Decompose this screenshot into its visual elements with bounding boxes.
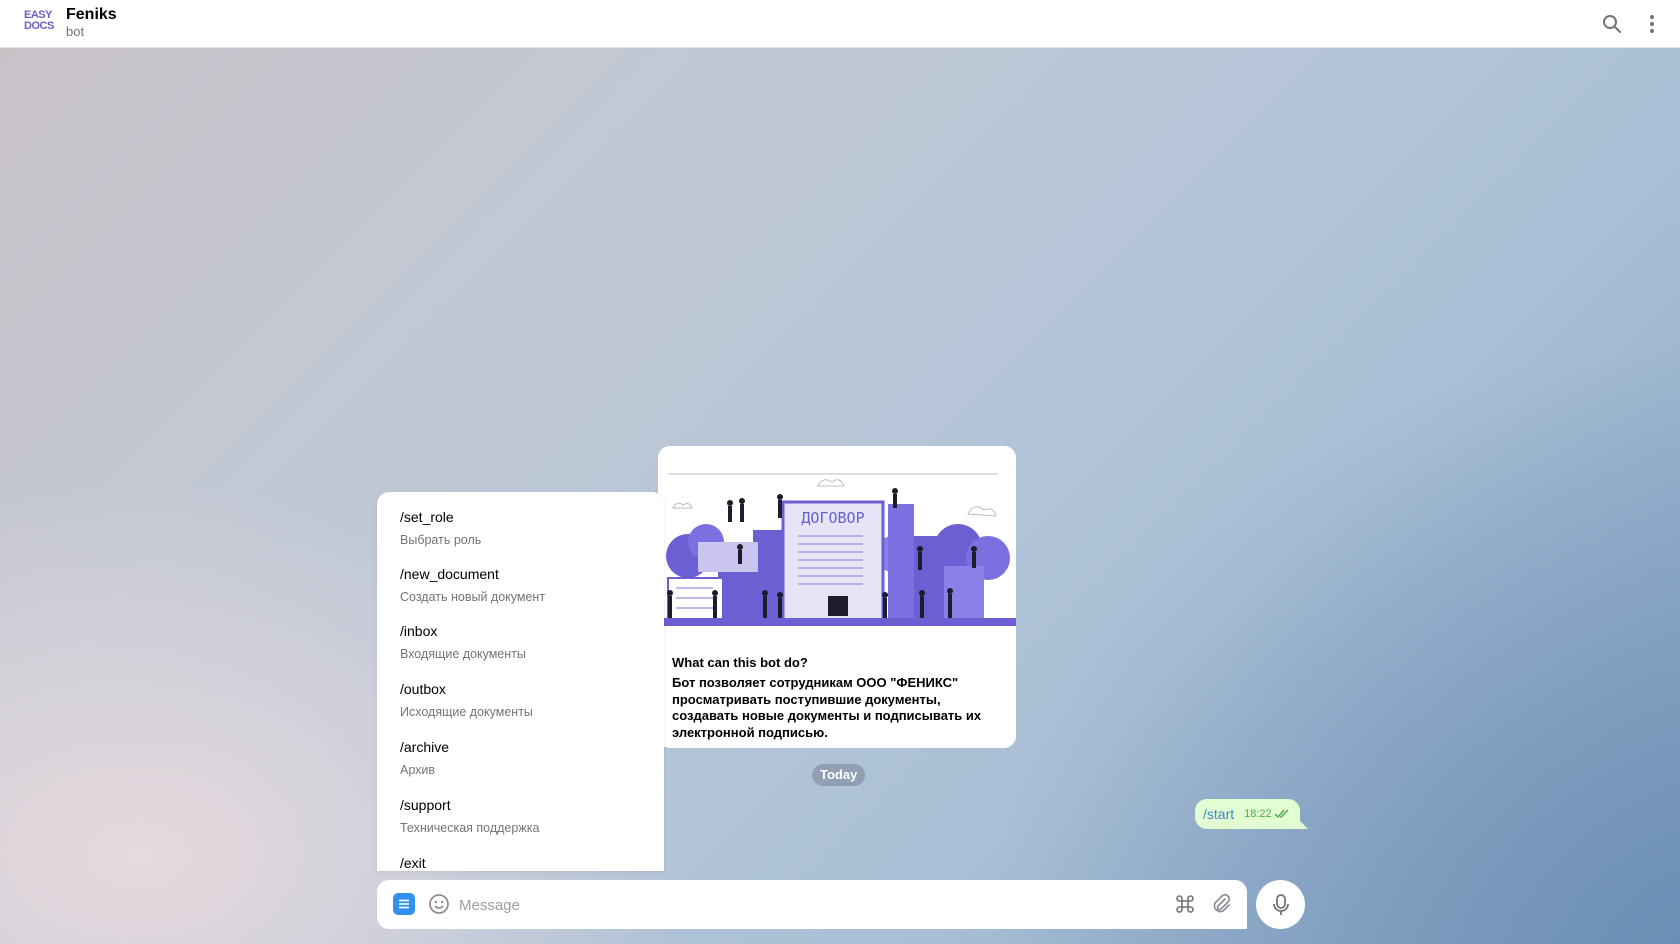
bot-menu-icon[interactable] [393,893,415,915]
command-description: Выбрать роль [400,533,482,547]
command-icon[interactable] [1173,892,1197,916]
command-name: /support [400,797,451,813]
command-description: Создать новый документ [400,590,546,604]
double-check-icon [1274,809,1289,819]
more-vertical-icon[interactable] [1640,12,1664,36]
command-item-new-document[interactable]: /new_document Создать новый документ [400,566,545,605]
bot-avatar-logo[interactable]: EASY DOCS [24,10,54,38]
bot-commands-menu: /set_role Выбрать роль /new_document Соз… [377,492,664,871]
message-input[interactable] [459,893,1019,917]
command-name: /new_document [400,566,499,582]
chat-title-block[interactable]: Feniks bot [66,6,117,40]
message-composer [377,880,1247,929]
command-description: Исходящие документы [400,705,533,719]
command-item-outbox[interactable]: /outbox Исходящие документы [400,681,533,720]
paperclip-icon[interactable] [1209,892,1233,916]
command-name: /archive [400,739,450,755]
message-text[interactable]: /start [1203,806,1234,822]
outgoing-message[interactable]: /start 18:22 [1195,799,1308,829]
bot-info-question: What can this bot do? [672,655,808,670]
date-separator: Today [812,764,866,786]
message-time: 18:22 [1244,808,1272,820]
microphone-icon[interactable] [1256,880,1305,929]
bot-info-card: ДОГОВОР What can this bot do? Бот позвол… [658,446,1016,748]
bot-info-description: Бот позволяет сотрудникам ООО "ФЕНИКС" п… [672,675,982,740]
illustration-label: ДОГОВОР [801,509,864,527]
chat-header: EASY DOCS Feniks bot [0,0,1680,48]
command-description: Архив [400,763,436,777]
command-name: /set_role [400,509,454,525]
command-item-inbox[interactable]: /inbox Входящие документы [400,623,526,662]
logo-line-2: DOCS [24,20,54,32]
command-name: /outbox [400,681,446,697]
command-description: Техническая поддержка [400,821,540,835]
message-meta: 18:22 [1244,808,1290,820]
command-item-archive[interactable]: /archive Архив [400,739,449,778]
emoji-icon[interactable] [427,892,451,916]
command-item-exit[interactable]: /exit [400,855,426,871]
command-item-support[interactable]: /support Техническая поддержка [400,797,539,836]
command-item-set-role[interactable]: /set_role Выбрать роль [400,509,481,548]
command-name: /inbox [400,623,438,639]
bot-illustration: ДОГОВОР [658,446,1016,627]
chat-title: Feniks [66,6,117,23]
background-shade [980,344,1680,944]
chat-subtitle: bot [66,24,85,39]
search-icon[interactable] [1600,12,1624,36]
command-description: Входящие документы [400,647,526,661]
command-name: /exit [400,855,426,871]
